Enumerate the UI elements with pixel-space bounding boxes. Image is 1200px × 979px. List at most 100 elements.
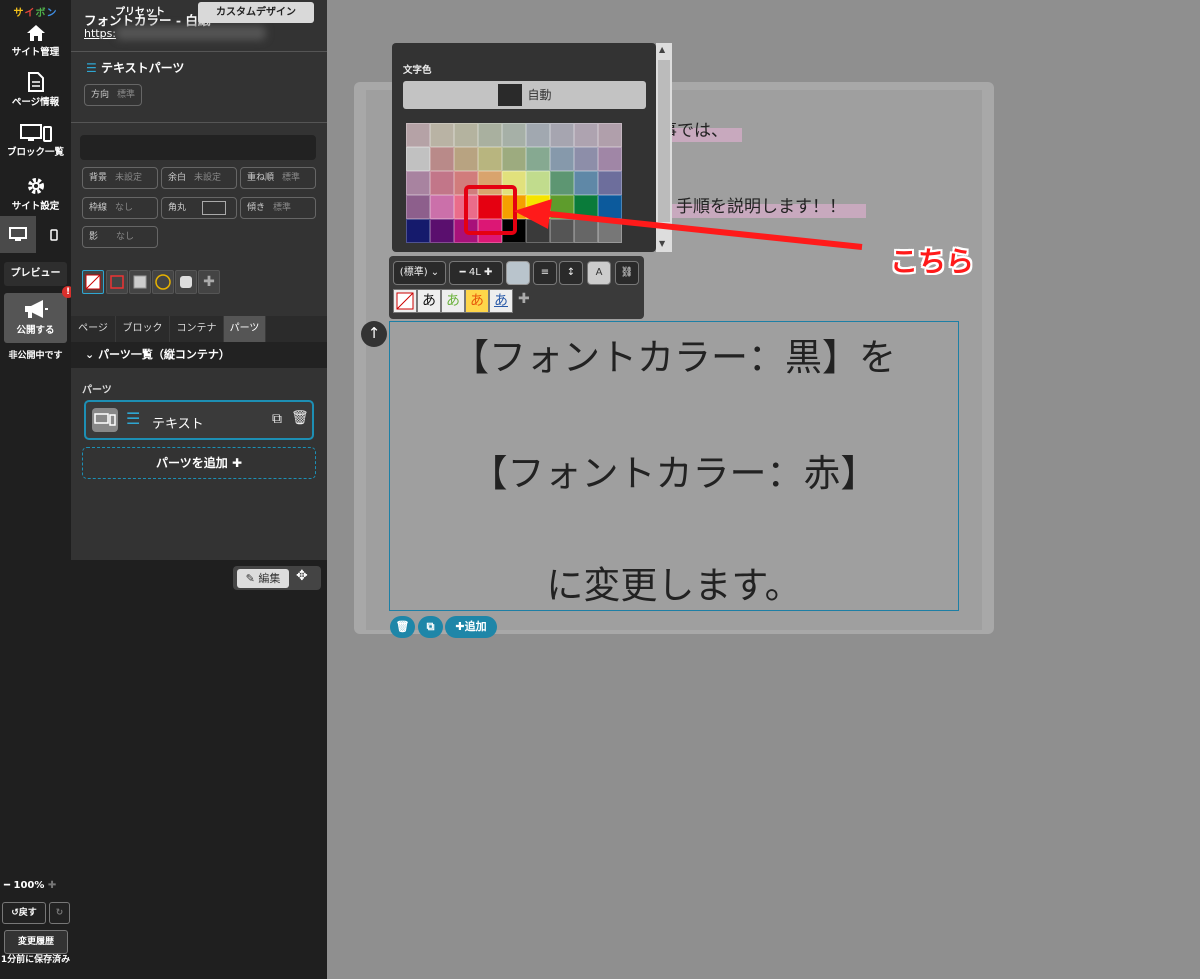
rounded-frame-style-icon[interactable] [175,270,197,294]
add-parts-button[interactable]: パーツを追加 ✚ [82,447,316,479]
radius-prop[interactable]: 角丸 [161,197,237,219]
parts-list-header[interactable]: ⌄ パーツ一覧（縦コンテナ） [71,342,327,368]
publish-button[interactable]: 公開する [4,293,67,343]
color-swatch[interactable] [406,219,430,243]
trash-icon[interactable]: 🗑 [291,410,309,426]
plus-icon: ✚ [231,456,242,470]
add-style-icon[interactable]: ✚ [198,270,220,294]
color-swatch[interactable] [430,171,454,195]
no-decoration-icon[interactable] [393,289,417,313]
color-swatch[interactable] [454,123,478,147]
custom-design-tab[interactable]: カスタムデザイン [198,2,314,23]
copy-block-button[interactable]: ⧉ [418,616,443,638]
redo-icon: ↻ [55,908,64,918]
color-swatch[interactable] [598,123,622,147]
color-swatch[interactable] [502,123,526,147]
color-swatch[interactable] [574,147,598,171]
desktop-view-button[interactable] [0,216,36,253]
zoom-in-icon[interactable]: ✚ [48,880,56,891]
text-part-item[interactable]: ☰ テキスト ⧉ 🗑 [84,400,314,440]
minus-icon: ━ [459,267,466,278]
color-swatch[interactable] [550,123,574,147]
undo-button[interactable]: ↺戻す [2,902,46,924]
color-swatch[interactable] [406,171,430,195]
trash-icon: 🗑 [395,620,410,633]
border-prop[interactable]: 枠線 なし [82,197,158,219]
site-settings-button[interactable]: サイト設定 [0,176,71,212]
color-swatch[interactable] [550,147,574,171]
monitor-icon [9,227,27,241]
redo-button[interactable]: ↻ [49,902,70,924]
decoration-outline-icon[interactable]: あ [441,289,465,313]
unpublished-status: 非公開中です [8,351,63,361]
color-swatch[interactable] [526,147,550,171]
tab-page[interactable]: ページ [71,316,116,342]
page-info-label: ページ情報 [11,97,60,108]
zoom-out-icon[interactable]: ━ [4,880,10,891]
zindex-prop[interactable]: 重ね順 標準 [240,167,316,189]
shadow-prop[interactable]: 影なし [82,226,158,248]
design-mode-toggle [80,135,316,160]
red-frame-style-icon[interactable] [106,270,128,294]
add-block-button[interactable]: ✚追加 [445,616,497,638]
margin-prop[interactable]: 余白 未設定 [161,167,237,189]
auto-color-button[interactable]: 自動 [403,81,646,109]
color-swatch[interactable] [526,171,550,195]
color-swatch[interactable] [478,123,502,147]
circle-frame-style-icon[interactable] [152,270,174,294]
site-settings-label: サイト設定 [11,201,60,212]
edit-button[interactable]: ✎ 編集 [237,569,289,588]
copy-icon[interactable]: ⧉ [272,411,282,427]
parts-label: パーツ [82,385,112,396]
color-swatch[interactable] [430,123,454,147]
color-swatch[interactable] [430,219,454,243]
color-swatch[interactable] [406,123,430,147]
divider [71,51,327,52]
color-swatch[interactable] [574,123,598,147]
document-icon [27,72,44,92]
preset-tab[interactable]: プリセット [84,2,196,23]
move-up-icon[interactable]: ↑ [361,321,387,347]
tab-parts[interactable]: パーツ [224,316,266,342]
save-status: 1分前に保存済み [0,955,71,965]
preview-button[interactable]: プレビュー [4,262,67,286]
color-swatch[interactable] [478,147,502,171]
background-prop[interactable]: 背景 未設定 [82,167,158,189]
tab-container[interactable]: コンテナ [170,316,224,342]
move-icon[interactable]: ✥ [296,568,308,584]
color-swatch[interactable] [430,147,454,171]
color-swatch[interactable] [406,147,430,171]
color-swatch[interactable] [574,171,598,195]
color-swatch[interactable] [502,147,526,171]
color-swatch[interactable] [598,171,622,195]
device-visibility-icon[interactable] [92,408,118,432]
color-swatch[interactable] [598,147,622,171]
mobile-view-button[interactable] [36,216,71,253]
add-decoration-icon[interactable]: ✚ [518,291,530,307]
url-redacted [116,26,266,40]
decoration-bold-icon[interactable]: あ [417,289,441,313]
decoration-underline-icon[interactable]: あ [489,289,513,313]
color-swatch[interactable] [406,195,430,219]
color-swatch[interactable] [526,123,550,147]
phone-icon [50,229,58,241]
skew-prop[interactable]: 傾き 標準 [240,197,316,219]
copy-icon: ⧉ [426,620,435,633]
delete-block-button[interactable]: 🗑 [390,616,415,638]
block-list-button[interactable]: ブロック一覧 [0,124,71,158]
decoration-marker-icon[interactable]: あ [465,289,489,313]
page-info-button[interactable]: ページ情報 [0,72,71,108]
tab-block[interactable]: ブロック [116,316,170,342]
no-frame-style-icon[interactable] [82,270,104,294]
color-swatch[interactable] [430,195,454,219]
color-swatch[interactable] [454,147,478,171]
site-manage-button[interactable]: サイト管理 [0,24,71,58]
text-style-select[interactable]: (標準) ⌄ [393,261,446,285]
undo-icon: ↺ [11,908,19,918]
page-url[interactable]: https: [84,27,116,40]
history-button[interactable]: 変更履歴 [4,930,68,954]
font-size-stepper[interactable]: ━ 4L ✚ [449,261,503,285]
shadow-frame-style-icon[interactable] [129,270,151,294]
direction-select[interactable]: 方向 標準 [84,84,143,106]
color-swatch[interactable] [550,171,574,195]
